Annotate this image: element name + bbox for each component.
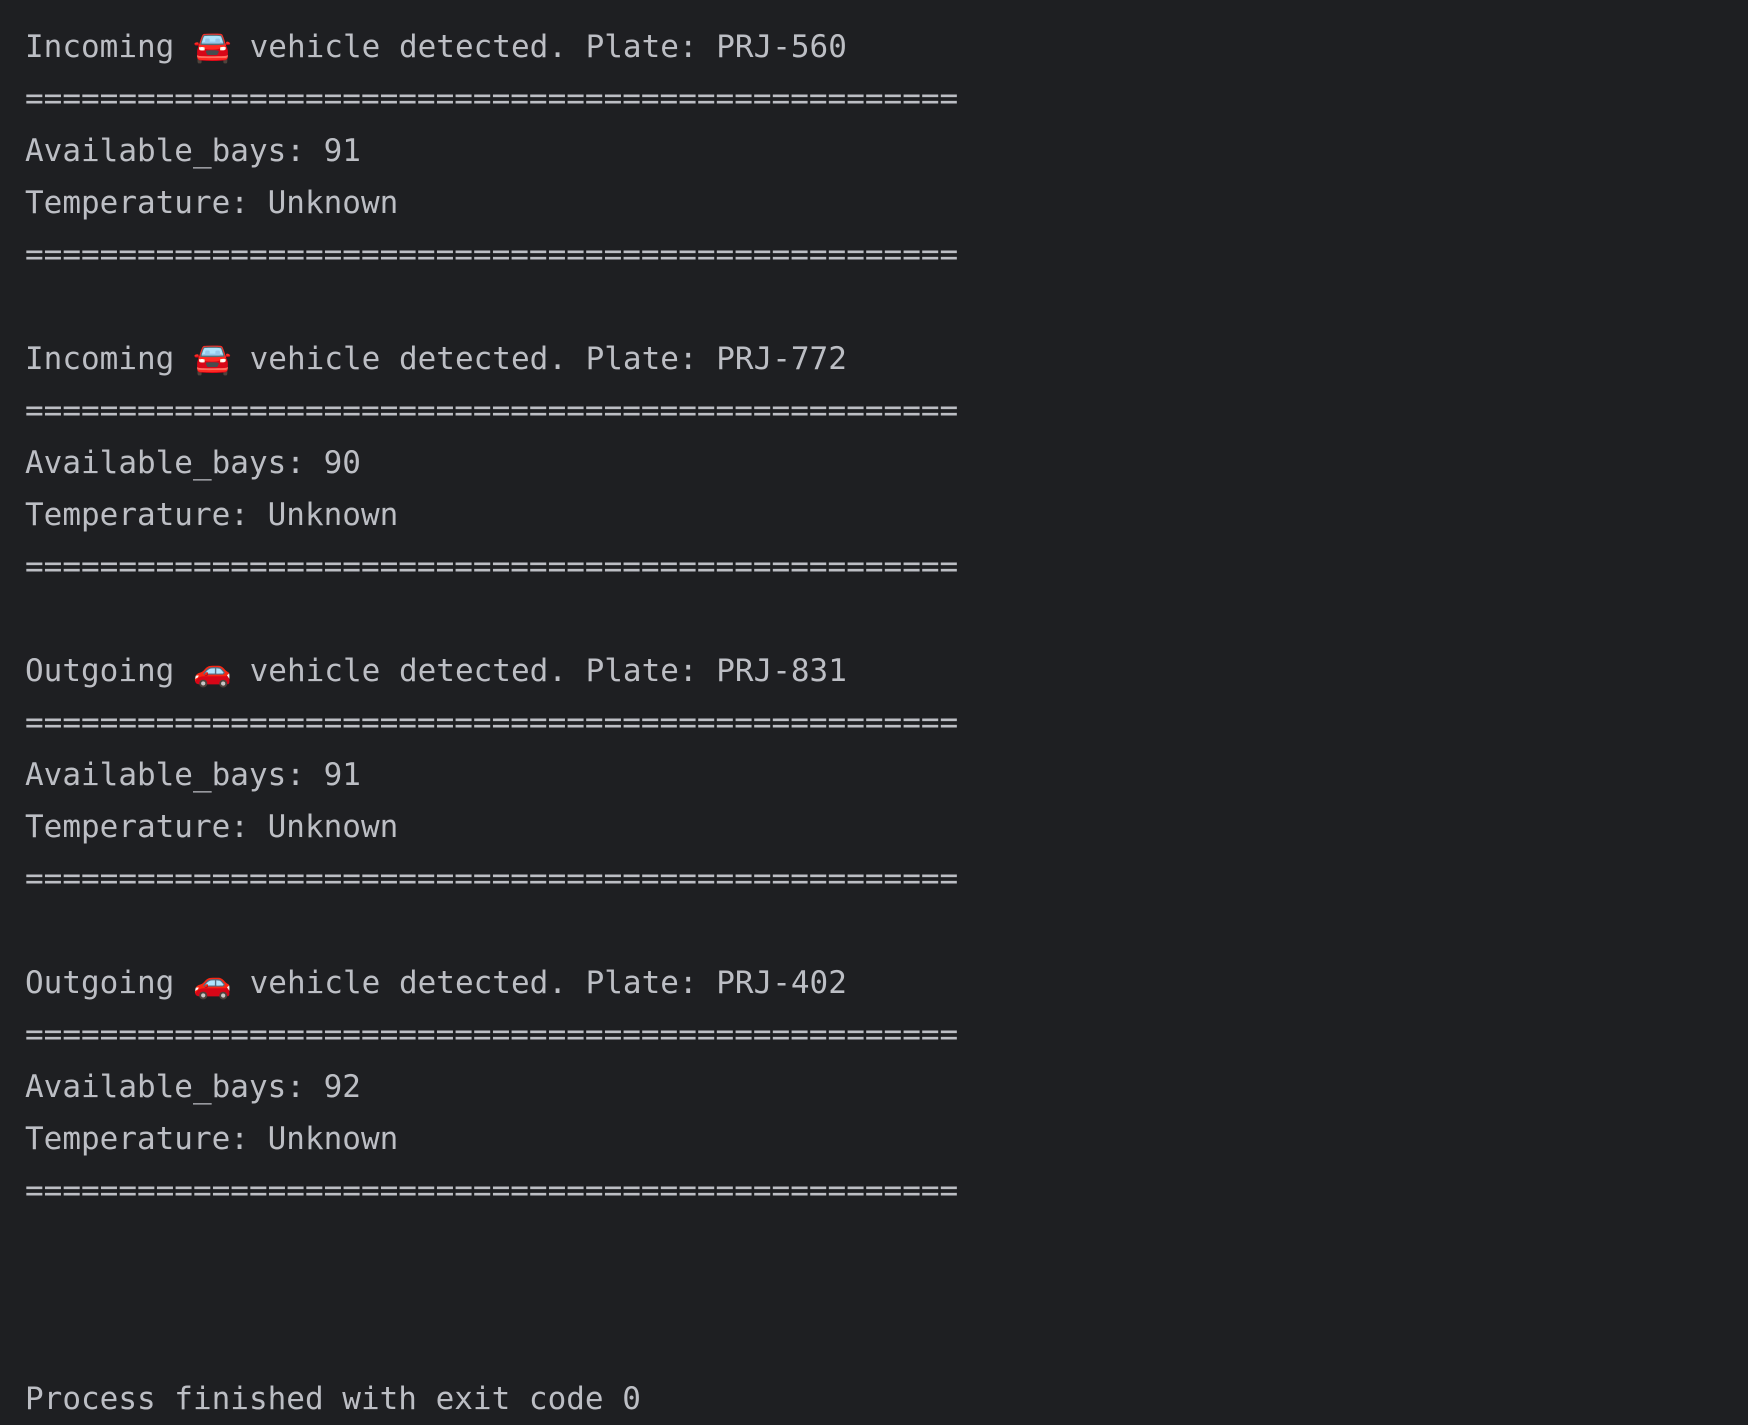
direction-label: Incoming [25, 29, 175, 65]
separator-line: ========================================… [25, 237, 959, 273]
separator-line: ========================================… [25, 1173, 959, 1209]
separator-line: ========================================… [25, 81, 959, 117]
direction-label: Outgoing [25, 965, 175, 1001]
direction-label: Incoming [25, 341, 175, 377]
direction-label: Outgoing [25, 653, 175, 689]
separator-line: ========================================… [25, 549, 959, 585]
oncoming-car-icon: 🚘 [192, 341, 232, 377]
detection-message: vehicle detected. Plate: PRJ-831 [230, 653, 847, 689]
separator-line: ========================================… [25, 393, 959, 429]
separator-line: ========================================… [25, 705, 959, 741]
car-icon: 🚗 [192, 653, 232, 689]
temperature-line: Temperature: Unknown [25, 809, 399, 845]
detection-message: vehicle detected. Plate: PRJ-402 [230, 965, 847, 1001]
available-bays-line: Available_bays: 91 [25, 757, 361, 793]
detection-message: vehicle detected. Plate: PRJ-560 [230, 29, 847, 65]
car-icon: 🚗 [192, 965, 232, 1001]
separator-line: ========================================… [25, 1017, 959, 1053]
exit-message: Process finished with exit code 0 [25, 1381, 641, 1417]
vehicle-detected-line: Incoming 🚘 vehicle detected. Plate: PRJ-… [25, 333, 1748, 385]
temperature-line: Temperature: Unknown [25, 497, 399, 533]
vehicle-detected-line: Incoming 🚘 vehicle detected. Plate: PRJ-… [25, 21, 1748, 73]
available-bays-line: Available_bays: 92 [25, 1069, 361, 1105]
separator-line: ========================================… [25, 861, 959, 897]
console-output: Incoming 🚘 vehicle detected. Plate: PRJ-… [0, 0, 1748, 1425]
temperature-line: Temperature: Unknown [25, 1121, 399, 1157]
available-bays-line: Available_bays: 91 [25, 133, 361, 169]
vehicle-detected-line: Outgoing 🚗 vehicle detected. Plate: PRJ-… [25, 645, 1748, 697]
vehicle-detected-line: Outgoing 🚗 vehicle detected. Plate: PRJ-… [25, 957, 1748, 1009]
oncoming-car-icon: 🚘 [192, 29, 232, 65]
temperature-line: Temperature: Unknown [25, 185, 399, 221]
detection-message: vehicle detected. Plate: PRJ-772 [230, 341, 847, 377]
available-bays-line: Available_bays: 90 [25, 445, 361, 481]
